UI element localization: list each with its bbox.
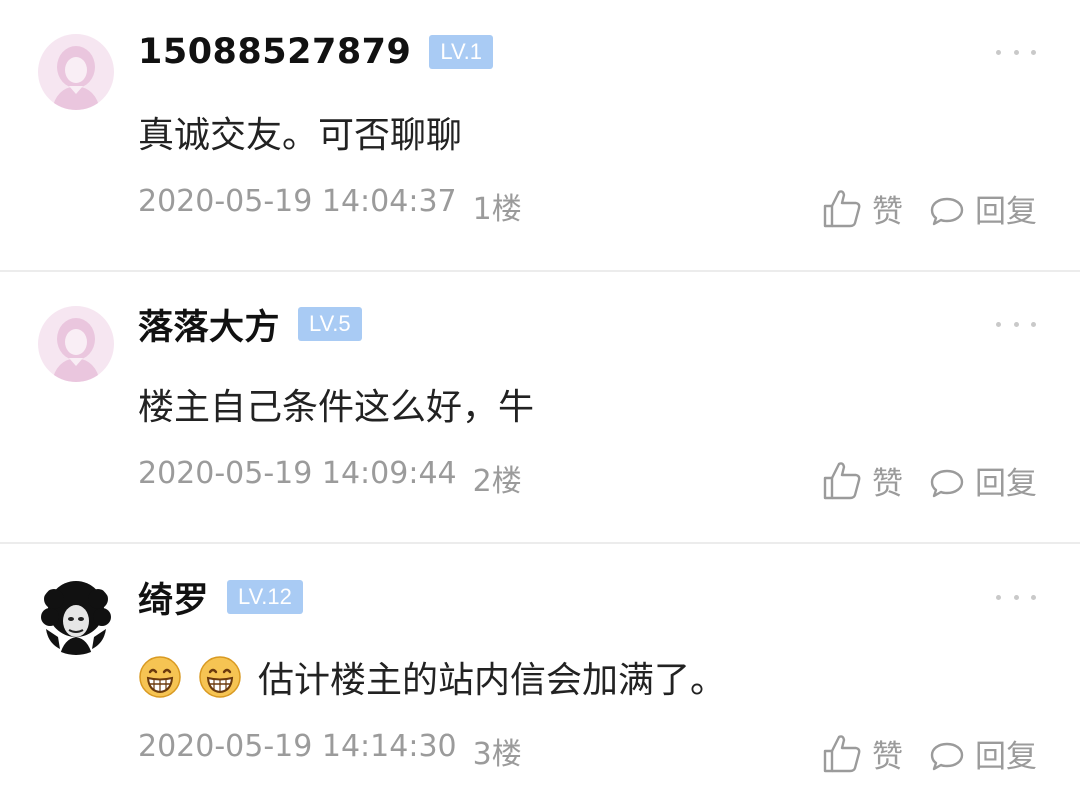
female-silhouette-avatar-icon xyxy=(38,34,114,110)
comment-text: 真诚交友。可否聊聊 xyxy=(138,106,462,158)
grinning-face-emoji-icon xyxy=(138,655,182,699)
comment-body: 楼主自己条件这么好，牛 xyxy=(138,387,535,428)
more-dot-icon xyxy=(1013,49,1019,55)
comment-meta: 2020-05-19 14:04:37 1楼 xyxy=(138,184,522,228)
username[interactable]: 落落大方 xyxy=(138,299,280,350)
more-dot-icon xyxy=(996,49,1001,55)
comment-actions: 赞 回复 xyxy=(822,456,1037,504)
level-badge: LV.1 xyxy=(429,35,493,69)
more-options-button[interactable] xyxy=(996,585,1036,609)
timestamp: 2020-05-19 14:04:37 xyxy=(138,184,457,219)
avatar[interactable] xyxy=(38,306,114,382)
like-label: 赞 xyxy=(872,193,903,230)
speech-bubble-icon xyxy=(930,742,964,771)
divider xyxy=(0,542,1080,544)
level-badge: LV.5 xyxy=(298,307,362,341)
like-button[interactable]: 赞 xyxy=(822,731,903,776)
reply-label: 回复 xyxy=(975,465,1037,502)
reply-label: 回复 xyxy=(975,738,1037,775)
like-label: 赞 xyxy=(872,738,903,775)
reply-button[interactable]: 回复 xyxy=(929,186,1037,231)
female-silhouette-avatar-icon xyxy=(38,306,114,382)
comment-actions: 赞 回复 xyxy=(822,184,1037,232)
more-dot-icon xyxy=(1013,321,1019,327)
more-options-button[interactable] xyxy=(996,40,1036,64)
thumbs-up-icon xyxy=(823,735,861,773)
like-button[interactable]: 赞 xyxy=(822,186,903,231)
more-dot-icon xyxy=(996,321,1001,327)
level-badge: LV.12 xyxy=(227,580,303,614)
comment-meta: 2020-05-19 14:09:44 2楼 xyxy=(138,456,522,500)
username[interactable]: 15088527879 xyxy=(138,32,411,72)
more-dot-icon xyxy=(996,594,1001,600)
comment-item: 15088527879 LV.1 真诚交友。可否聊聊 2020-05-19 14… xyxy=(0,0,1080,272)
more-dot-icon xyxy=(1031,321,1036,327)
thumbs-up-icon xyxy=(823,190,861,228)
reply-label: 回复 xyxy=(975,193,1037,230)
floor-number: 3楼 xyxy=(472,737,522,772)
thumbs-up-icon xyxy=(823,462,861,500)
avatar[interactable] xyxy=(38,579,114,655)
reply-button[interactable]: 回复 xyxy=(929,458,1037,503)
comment-meta: 2020-05-19 14:14:30 3楼 xyxy=(138,729,522,773)
comment-item: 绮罗 LV.12 估计楼主的站内信会加满了。 2020-05-19 14:14:… xyxy=(0,545,1080,796)
like-label: 赞 xyxy=(872,465,903,502)
username[interactable]: 绮罗 xyxy=(138,572,209,623)
more-dot-icon xyxy=(1031,49,1036,55)
comment-text: 估计楼主的站内信会加满了。 xyxy=(138,651,726,703)
more-dot-icon xyxy=(1031,594,1036,600)
comment-body: 估计楼主的站内信会加满了。 xyxy=(258,660,727,701)
reply-button[interactable]: 回复 xyxy=(929,731,1037,776)
speech-bubble-icon xyxy=(930,469,964,498)
comment-item: 落落大方 LV.5 楼主自己条件这么好，牛 2020-05-19 14:09:4… xyxy=(0,272,1080,544)
avatar[interactable] xyxy=(38,34,114,110)
speech-bubble-icon xyxy=(930,197,964,226)
comment-body: 真诚交友。可否聊聊 xyxy=(138,115,463,156)
grinning-face-emoji-icon xyxy=(198,655,242,699)
comment-text: 楼主自己条件这么好，牛 xyxy=(138,378,534,430)
floor-number: 2楼 xyxy=(472,464,522,499)
floor-number: 1楼 xyxy=(472,192,522,227)
more-dot-icon xyxy=(1013,594,1019,600)
more-options-button[interactable] xyxy=(996,312,1036,336)
timestamp: 2020-05-19 14:09:44 xyxy=(138,456,457,491)
like-button[interactable]: 赞 xyxy=(822,458,903,503)
comment-actions: 赞 回复 xyxy=(822,729,1037,777)
afro-portrait-avatar-icon xyxy=(38,579,114,655)
timestamp: 2020-05-19 14:14:30 xyxy=(138,729,457,764)
